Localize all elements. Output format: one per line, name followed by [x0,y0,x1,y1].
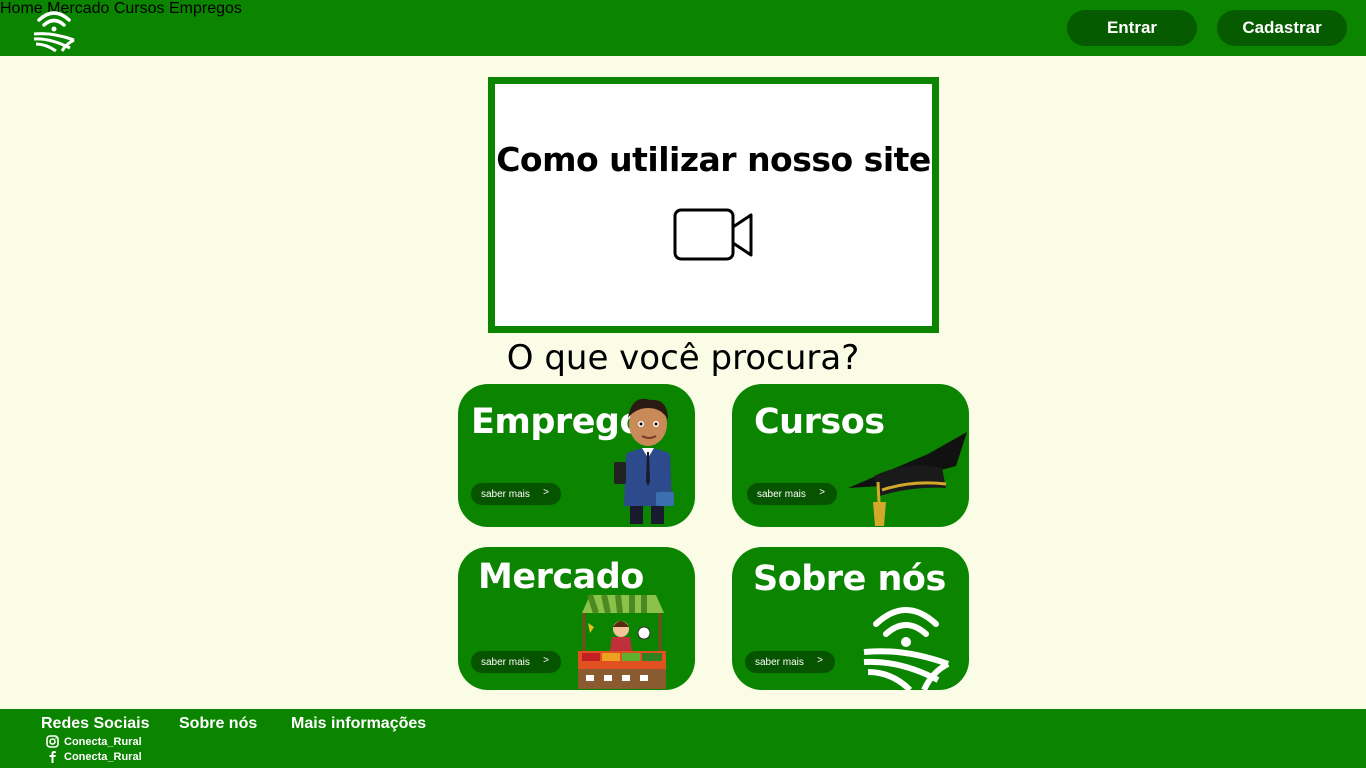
card-mercado[interactable]: Mercado saber mais > [458,547,695,690]
footer-link-sobre-nos[interactable]: Sobre nós [179,715,257,733]
video-camera-icon[interactable] [673,205,761,265]
saber-mais-button[interactable]: saber mais > [471,651,561,673]
video-title: Como utilizar nosso site [496,140,931,179]
social-instagram[interactable]: Conecta_Rural [46,735,142,748]
footer-link-mais-informacoes[interactable]: Mais informações [291,715,426,733]
top-navbar: Home Mercado Cursos Empregos Entrar Cada… [0,0,1366,56]
market-stall-illustration-icon [578,594,666,689]
nav-empregos[interactable]: Empregos [169,0,242,17]
tutorial-video-panel[interactable]: Como utilizar nosso site [488,77,939,333]
saber-mais-button[interactable]: saber mais > [745,651,835,673]
footer: Redes Sociais Sobre nós Mais informações… [0,709,1366,768]
card-title: Sobre nós [753,559,946,599]
nav-cursos[interactable]: Cursos [114,0,165,17]
graduation-cap-icon [848,432,967,526]
conecta-rural-logo-icon[interactable] [32,8,76,52]
card-title: Mercado [478,557,644,597]
section-question: O que você procura? [506,338,860,378]
facebook-icon [49,751,56,763]
conecta-rural-logo-icon [863,607,950,690]
saber-mais-button[interactable]: saber mais > [471,483,561,505]
arrow-icon: > [817,655,823,666]
card-emprego[interactable]: Emprego saber mais > [458,384,695,527]
button-label: saber mais [481,488,530,500]
businessman-illustration-icon [614,398,674,524]
instagram-icon [46,735,59,748]
card-sobre-nos[interactable]: Sobre nós saber mais > [732,547,969,690]
button-label: saber mais [757,488,806,500]
signup-button[interactable]: Cadastrar [1217,10,1347,46]
arrow-icon: > [543,655,549,666]
button-label: saber mais [481,656,530,668]
button-label: saber mais [755,656,804,668]
arrow-icon: > [543,487,549,498]
arrow-icon: > [819,487,825,498]
login-button[interactable]: Entrar [1067,10,1197,46]
card-cursos[interactable]: Cursos saber mais > [732,384,969,527]
instagram-handle: Conecta_Rural [64,735,142,748]
social-facebook[interactable]: Conecta_Rural [46,750,142,763]
facebook-handle: Conecta_Rural [64,750,142,763]
footer-link-redes-sociais[interactable]: Redes Sociais [41,715,150,733]
saber-mais-button[interactable]: saber mais > [747,483,837,505]
